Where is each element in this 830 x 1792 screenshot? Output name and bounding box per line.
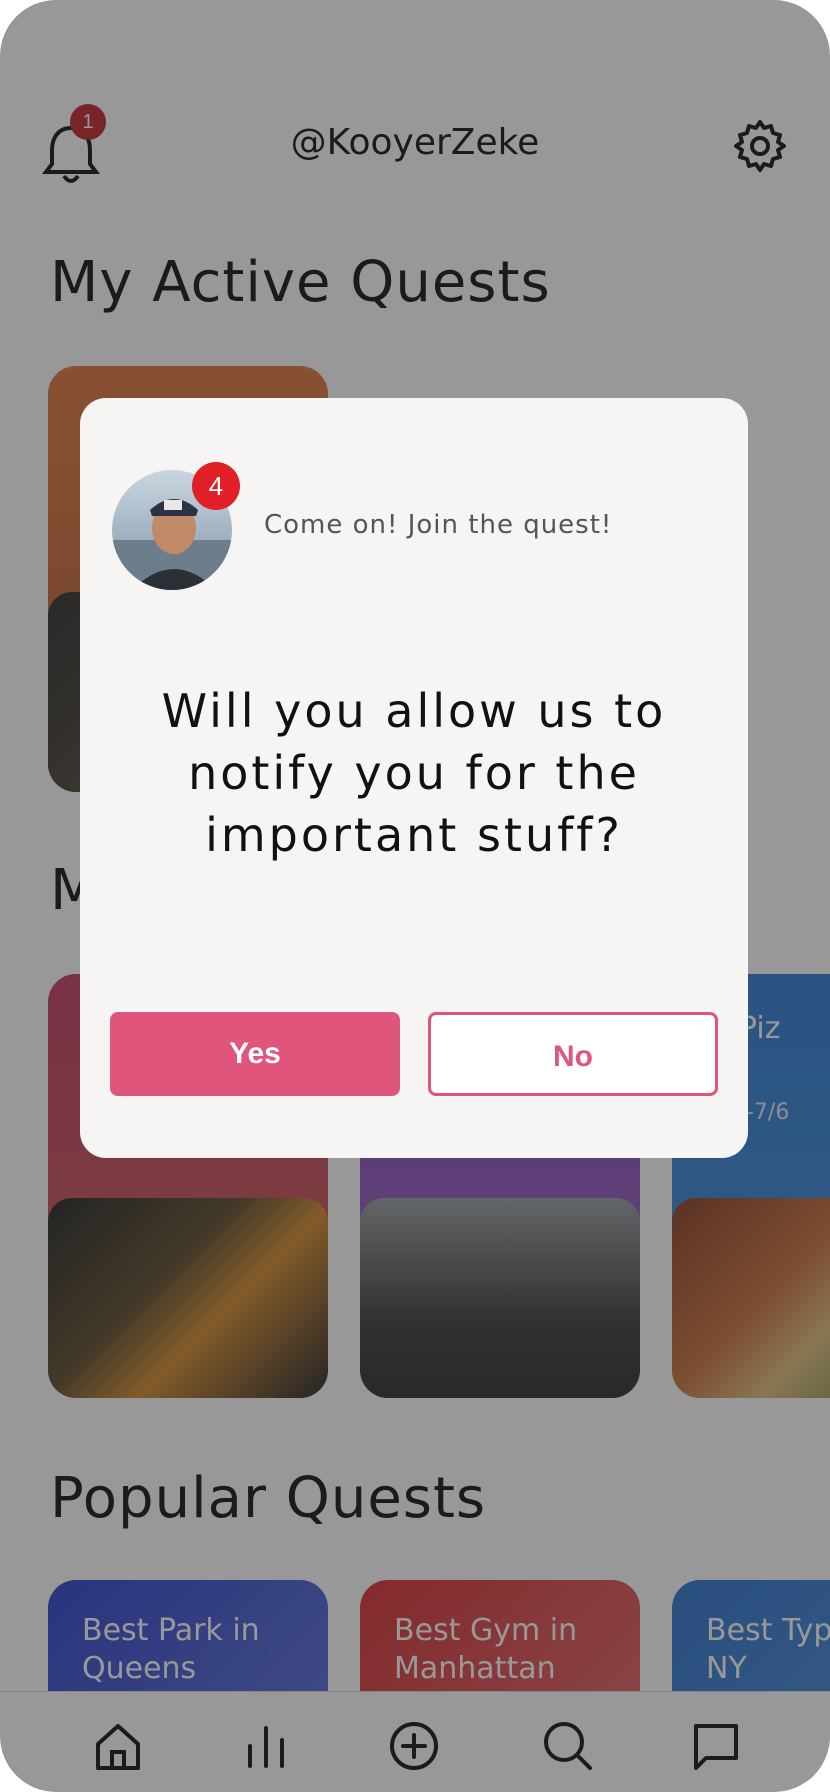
- no-button[interactable]: No: [428, 1012, 718, 1096]
- notification-permission-dialog: 4 Come on! Join the quest! Will you allo…: [80, 398, 748, 1158]
- dialog-question: Will you allow us to notify you for the …: [161, 684, 667, 862]
- dialog-subtitle: Come on! Join the quest!: [264, 510, 613, 540]
- avatar-badge: 4: [192, 462, 240, 510]
- app-screen: 1 @KooyerZeke My Active Quests M st Piz …: [0, 0, 830, 1792]
- yes-button[interactable]: Yes: [110, 1012, 400, 1096]
